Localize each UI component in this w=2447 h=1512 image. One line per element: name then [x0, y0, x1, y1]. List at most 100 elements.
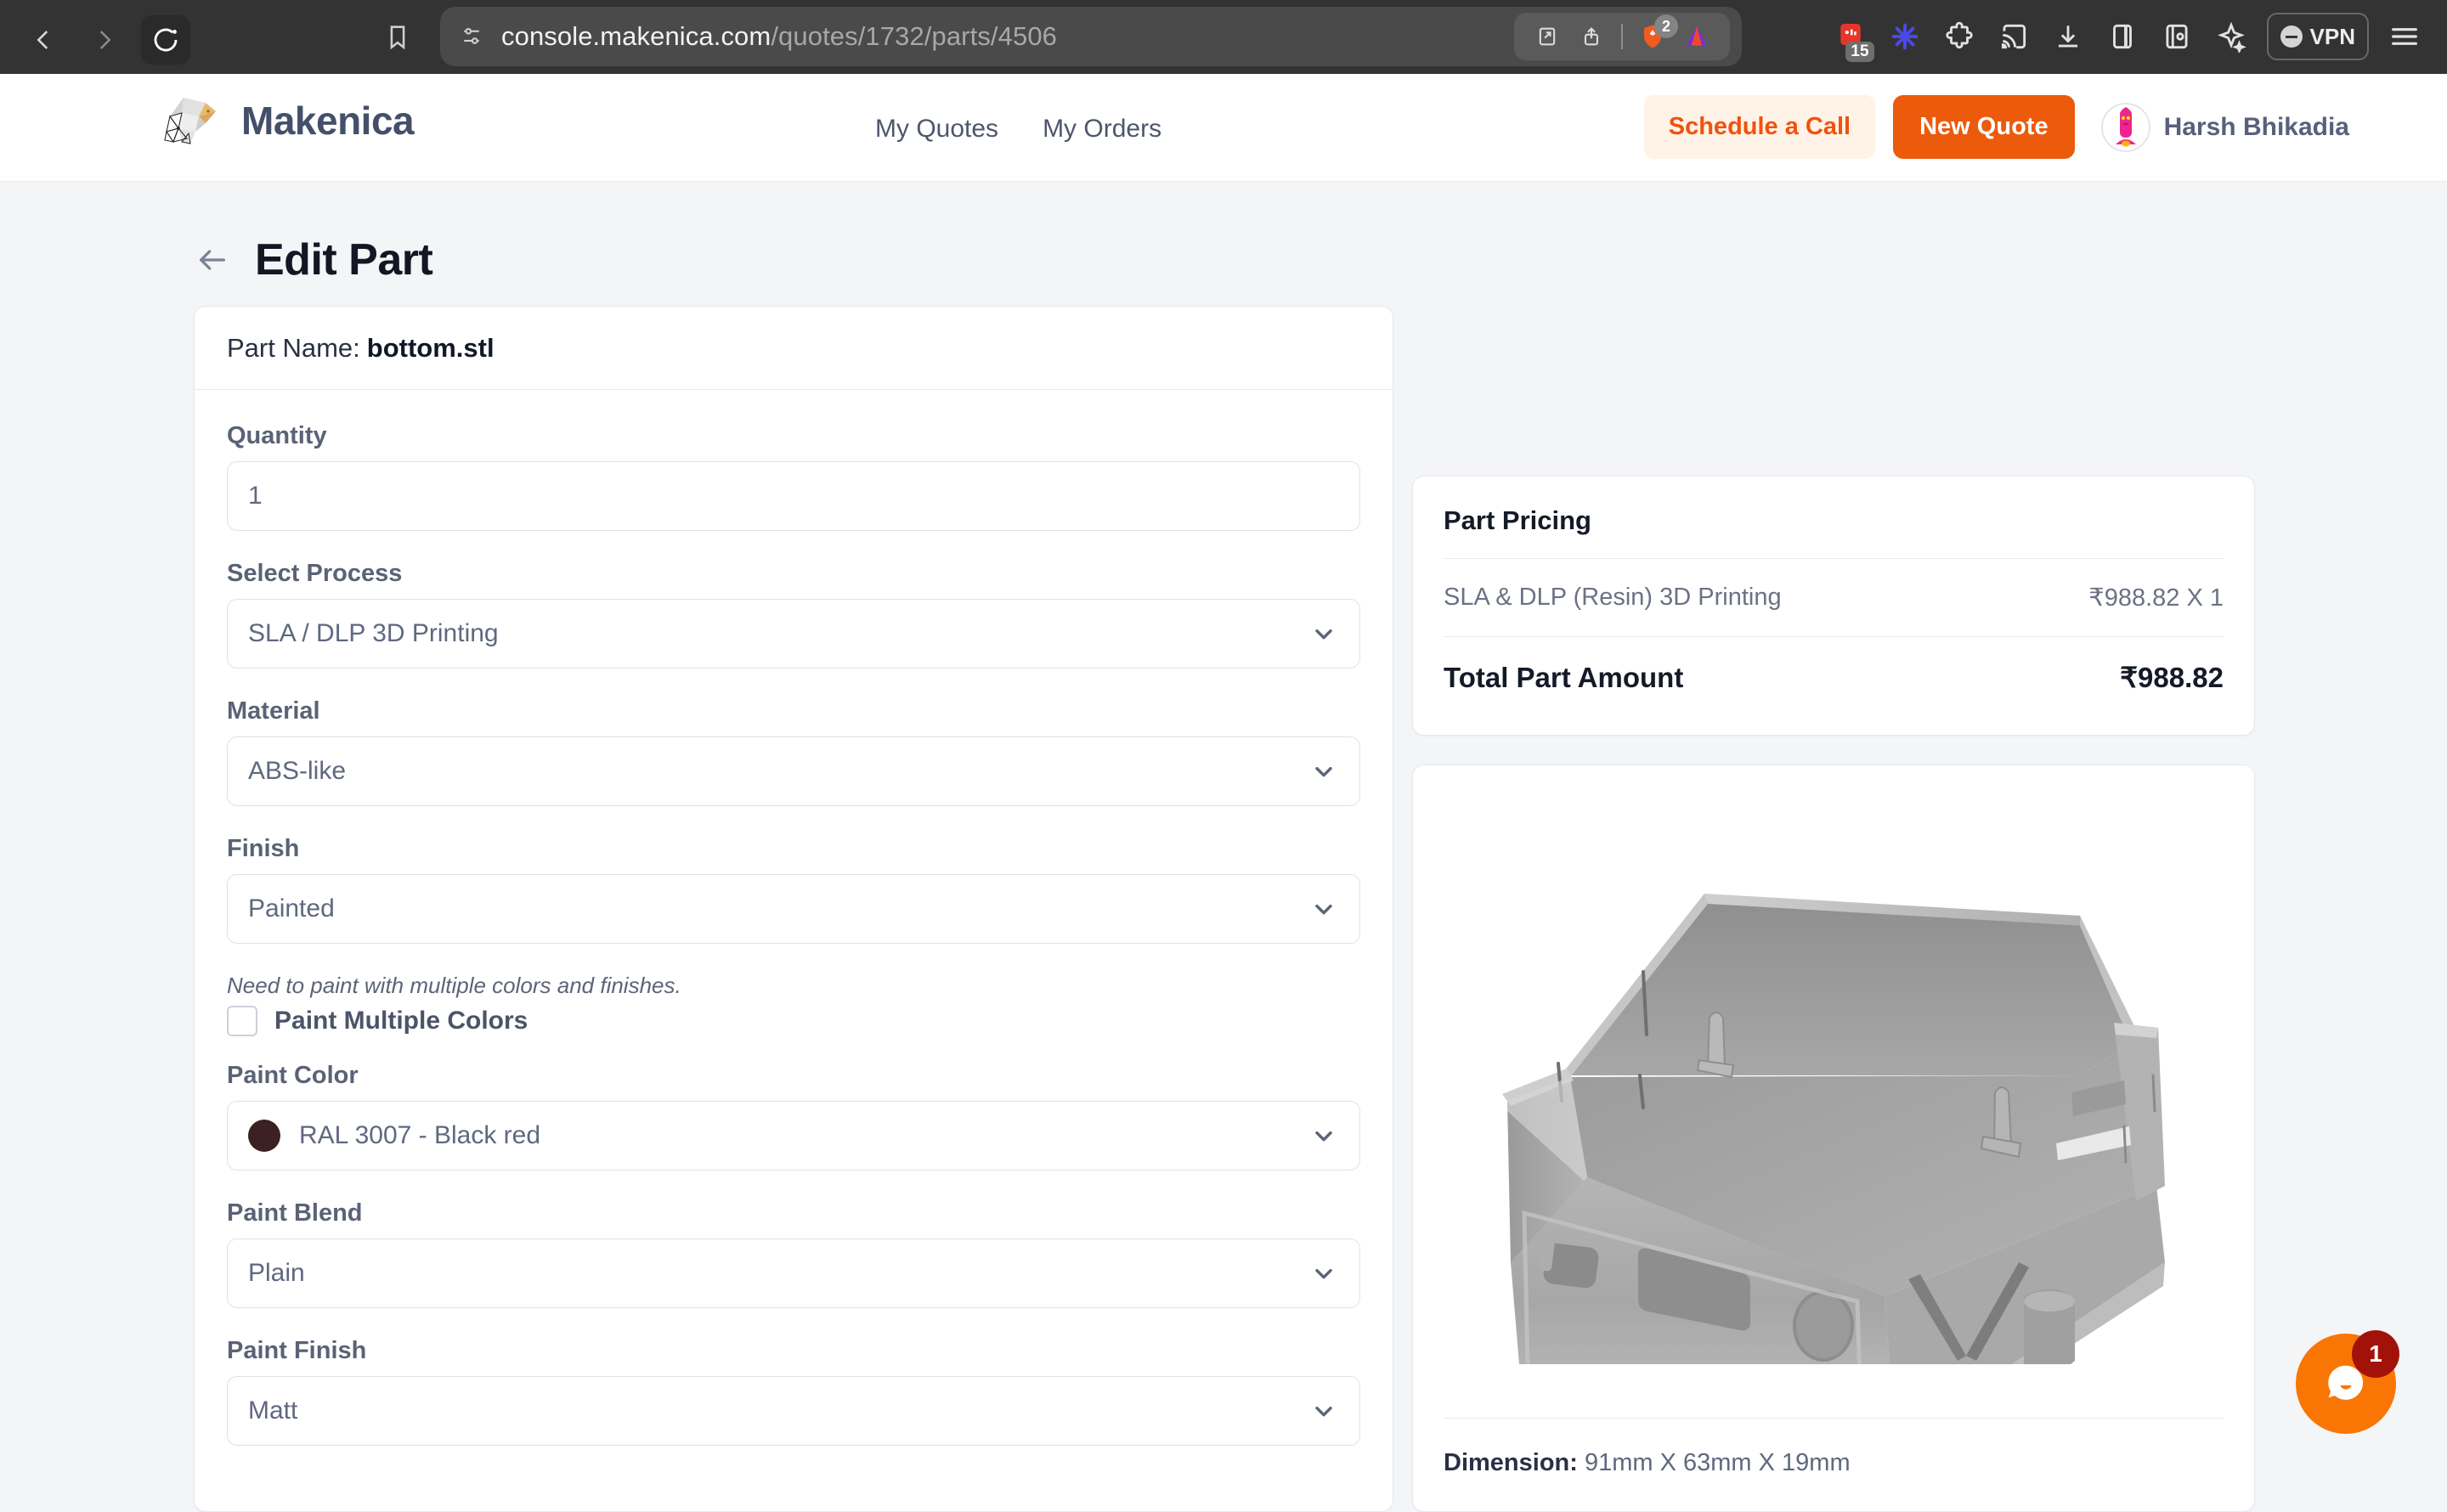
browser-toolbar: console.makenica.com/quotes/1732/parts/4… — [0, 0, 2447, 74]
sidebar-toggle-icon[interactable] — [2099, 13, 2146, 60]
quantity-label: Quantity — [227, 422, 327, 449]
brave-shields-badge: 2 — [1654, 14, 1678, 38]
back-arrow-icon[interactable] — [194, 243, 231, 277]
paint-finish-dropdown[interactable]: Matt — [227, 1376, 1360, 1446]
sparkle-ai-icon[interactable] — [2207, 13, 2255, 60]
field-paint-blend: Paint Blend Plain — [227, 1199, 1360, 1308]
pricing-total-row: Total Part Amount ₹988.82 — [1444, 637, 2224, 694]
dimension-block: Dimension: 91mm X 63mm X 19mm — [1444, 1418, 2224, 1511]
material-label: Material — [227, 697, 320, 725]
makenica-eagle-logo-icon — [164, 98, 216, 144]
calendar-badge: 15 — [1845, 42, 1874, 62]
paint-blend-value: Plain — [248, 1259, 305, 1287]
finish-label: Finish — [227, 835, 300, 862]
vpn-status-icon — [2280, 25, 2303, 48]
part-name-label: Part Name: — [227, 332, 360, 363]
part-pricing-card: Part Pricing SLA & DLP (Resin) 3D Printi… — [1412, 476, 2255, 736]
cast-icon[interactable] — [1990, 13, 2037, 60]
pricing-line-item: SLA & DLP (Resin) 3D Printing ₹988.82 X … — [1444, 559, 2224, 636]
3d-model-viewer[interactable] — [1413, 765, 2254, 1419]
url-path: /quotes/1732/parts/4506 — [771, 21, 1057, 51]
page-title: Edit Part — [255, 235, 433, 285]
paint-color-value: RAL 3007 - Black red — [299, 1121, 541, 1149]
wallet-icon[interactable] — [2153, 13, 2201, 60]
nav-item-my-orders[interactable]: My Orders — [1043, 115, 1161, 144]
chevron-down-icon — [1310, 620, 1337, 647]
paint-multiple-row[interactable]: Paint Multiple Colors — [227, 1006, 1360, 1036]
part-pricing-title: Part Pricing — [1444, 505, 1591, 535]
address-bar-actions: 2 — [1514, 13, 1730, 60]
pricing-line-value: ₹988.82 X 1 — [2088, 584, 2224, 612]
part-3d-model — [1502, 894, 2165, 1364]
triangle-extension-icon[interactable] — [1677, 17, 1716, 56]
nav-item-my-quotes[interactable]: My Quotes — [875, 115, 998, 144]
select-process-dropdown[interactable]: SLA / DLP 3D Printing — [227, 599, 1360, 669]
back-chevron-icon[interactable] — [19, 15, 68, 65]
quantity-input[interactable]: 1 — [227, 461, 1360, 531]
browser-extension-bar: 15 VPN — [1827, 10, 2428, 63]
paint-blend-label: Paint Blend — [227, 1199, 363, 1227]
chat-widget-button[interactable]: 1 — [2296, 1330, 2399, 1434]
hamburger-menu-icon[interactable] — [2381, 13, 2428, 60]
part-name-value: bottom.stl — [366, 332, 494, 363]
vpn-button[interactable]: VPN — [2266, 13, 2369, 60]
paint-color-label: Paint Color — [227, 1062, 359, 1089]
field-material: Material ABS-like — [227, 697, 1360, 806]
paint-blend-dropdown[interactable]: Plain — [227, 1238, 1360, 1308]
chat-unread-badge: 1 — [2352, 1330, 2399, 1378]
avatar-illustration-icon — [2115, 106, 2136, 146]
asterisk-extension-icon[interactable] — [1881, 13, 1929, 60]
bookmark-icon[interactable] — [374, 13, 421, 60]
paint-multiple-colors-block: Need to paint with multiple colors and f… — [227, 973, 1360, 1036]
dimension-label: Dimension: — [1444, 1449, 1578, 1476]
paint-multiple-hint: Need to paint with multiple colors and f… — [227, 973, 681, 998]
forward-chevron-icon[interactable] — [80, 15, 129, 65]
material-dropdown[interactable]: ABS-like — [227, 736, 1360, 806]
paint-color-dropdown[interactable]: RAL 3007 - Black red — [227, 1101, 1360, 1171]
edit-part-card: Part Name: bottom.stl Quantity 1 Select … — [194, 306, 1393, 1512]
brand-name: Makenica — [241, 99, 415, 143]
schedule-a-call-button[interactable]: Schedule a Call — [1643, 95, 1876, 159]
chevron-down-icon — [1310, 895, 1337, 922]
brave-shields-icon[interactable]: 2 — [1633, 14, 1678, 56]
total-part-amount-value: ₹988.82 — [2120, 662, 2224, 693]
dimension-text: Dimension: 91mm X 63mm X 19mm — [1444, 1419, 2224, 1477]
open-in-new-icon[interactable] — [1528, 17, 1567, 56]
paint-finish-label: Paint Finish — [227, 1337, 367, 1364]
field-select-process: Select Process SLA / DLP 3D Printing — [227, 560, 1360, 669]
quantity-value: 1 — [248, 482, 263, 510]
finish-dropdown[interactable]: Painted — [227, 874, 1360, 944]
part-form: Quantity 1 Select Process SLA / DLP 3D P… — [195, 390, 1393, 1446]
main-nav: My Quotes My Orders — [875, 115, 1161, 144]
paint-multiple-colors-label: Paint Multiple Colors — [274, 1007, 528, 1035]
pricing-line-label: SLA & DLP (Resin) 3D Printing — [1444, 584, 1782, 611]
brand-logo[interactable]: Makenica — [161, 94, 415, 147]
calendar-extension-icon[interactable]: 15 — [1827, 13, 1874, 62]
chevron-down-icon — [1310, 758, 1337, 785]
downloads-icon[interactable] — [2044, 13, 2092, 60]
select-process-value: SLA / DLP 3D Printing — [248, 619, 499, 647]
field-paint-color: Paint Color RAL 3007 - Black red — [227, 1062, 1360, 1171]
select-process-label: Select Process — [227, 560, 403, 587]
paint-multiple-colors-checkbox[interactable] — [227, 1006, 257, 1036]
reload-icon[interactable] — [141, 14, 190, 65]
user-menu[interactable]: Harsh Bhikadia — [2100, 102, 2349, 152]
paint-color-swatch — [248, 1120, 280, 1152]
field-paint-finish: Paint Finish Matt — [227, 1337, 1360, 1446]
chevron-down-icon — [1310, 1397, 1337, 1425]
page-title-row: Edit Part — [194, 234, 433, 285]
address-bar[interactable]: console.makenica.com/quotes/1732/parts/4… — [440, 7, 1742, 66]
total-part-amount-label: Total Part Amount — [1444, 661, 1684, 693]
browser-nav-buttons — [19, 14, 190, 65]
field-quantity: Quantity 1 — [227, 422, 1360, 531]
new-quote-button[interactable]: New Quote — [1893, 95, 2075, 159]
site-settings-icon[interactable] — [459, 24, 484, 49]
share-icon[interactable] — [1572, 17, 1611, 56]
url-bar-area: console.makenica.com/quotes/1732/parts/4… — [374, 7, 1742, 66]
chevron-down-icon — [1310, 1122, 1337, 1149]
url-text: console.makenica.com/quotes/1732/parts/4… — [501, 21, 1057, 52]
puzzle-extensions-icon[interactable] — [1936, 13, 1983, 60]
url-host: console.makenica.com — [501, 21, 771, 51]
finish-value: Painted — [248, 894, 335, 922]
part-name-row: Part Name: bottom.stl — [195, 307, 1393, 390]
